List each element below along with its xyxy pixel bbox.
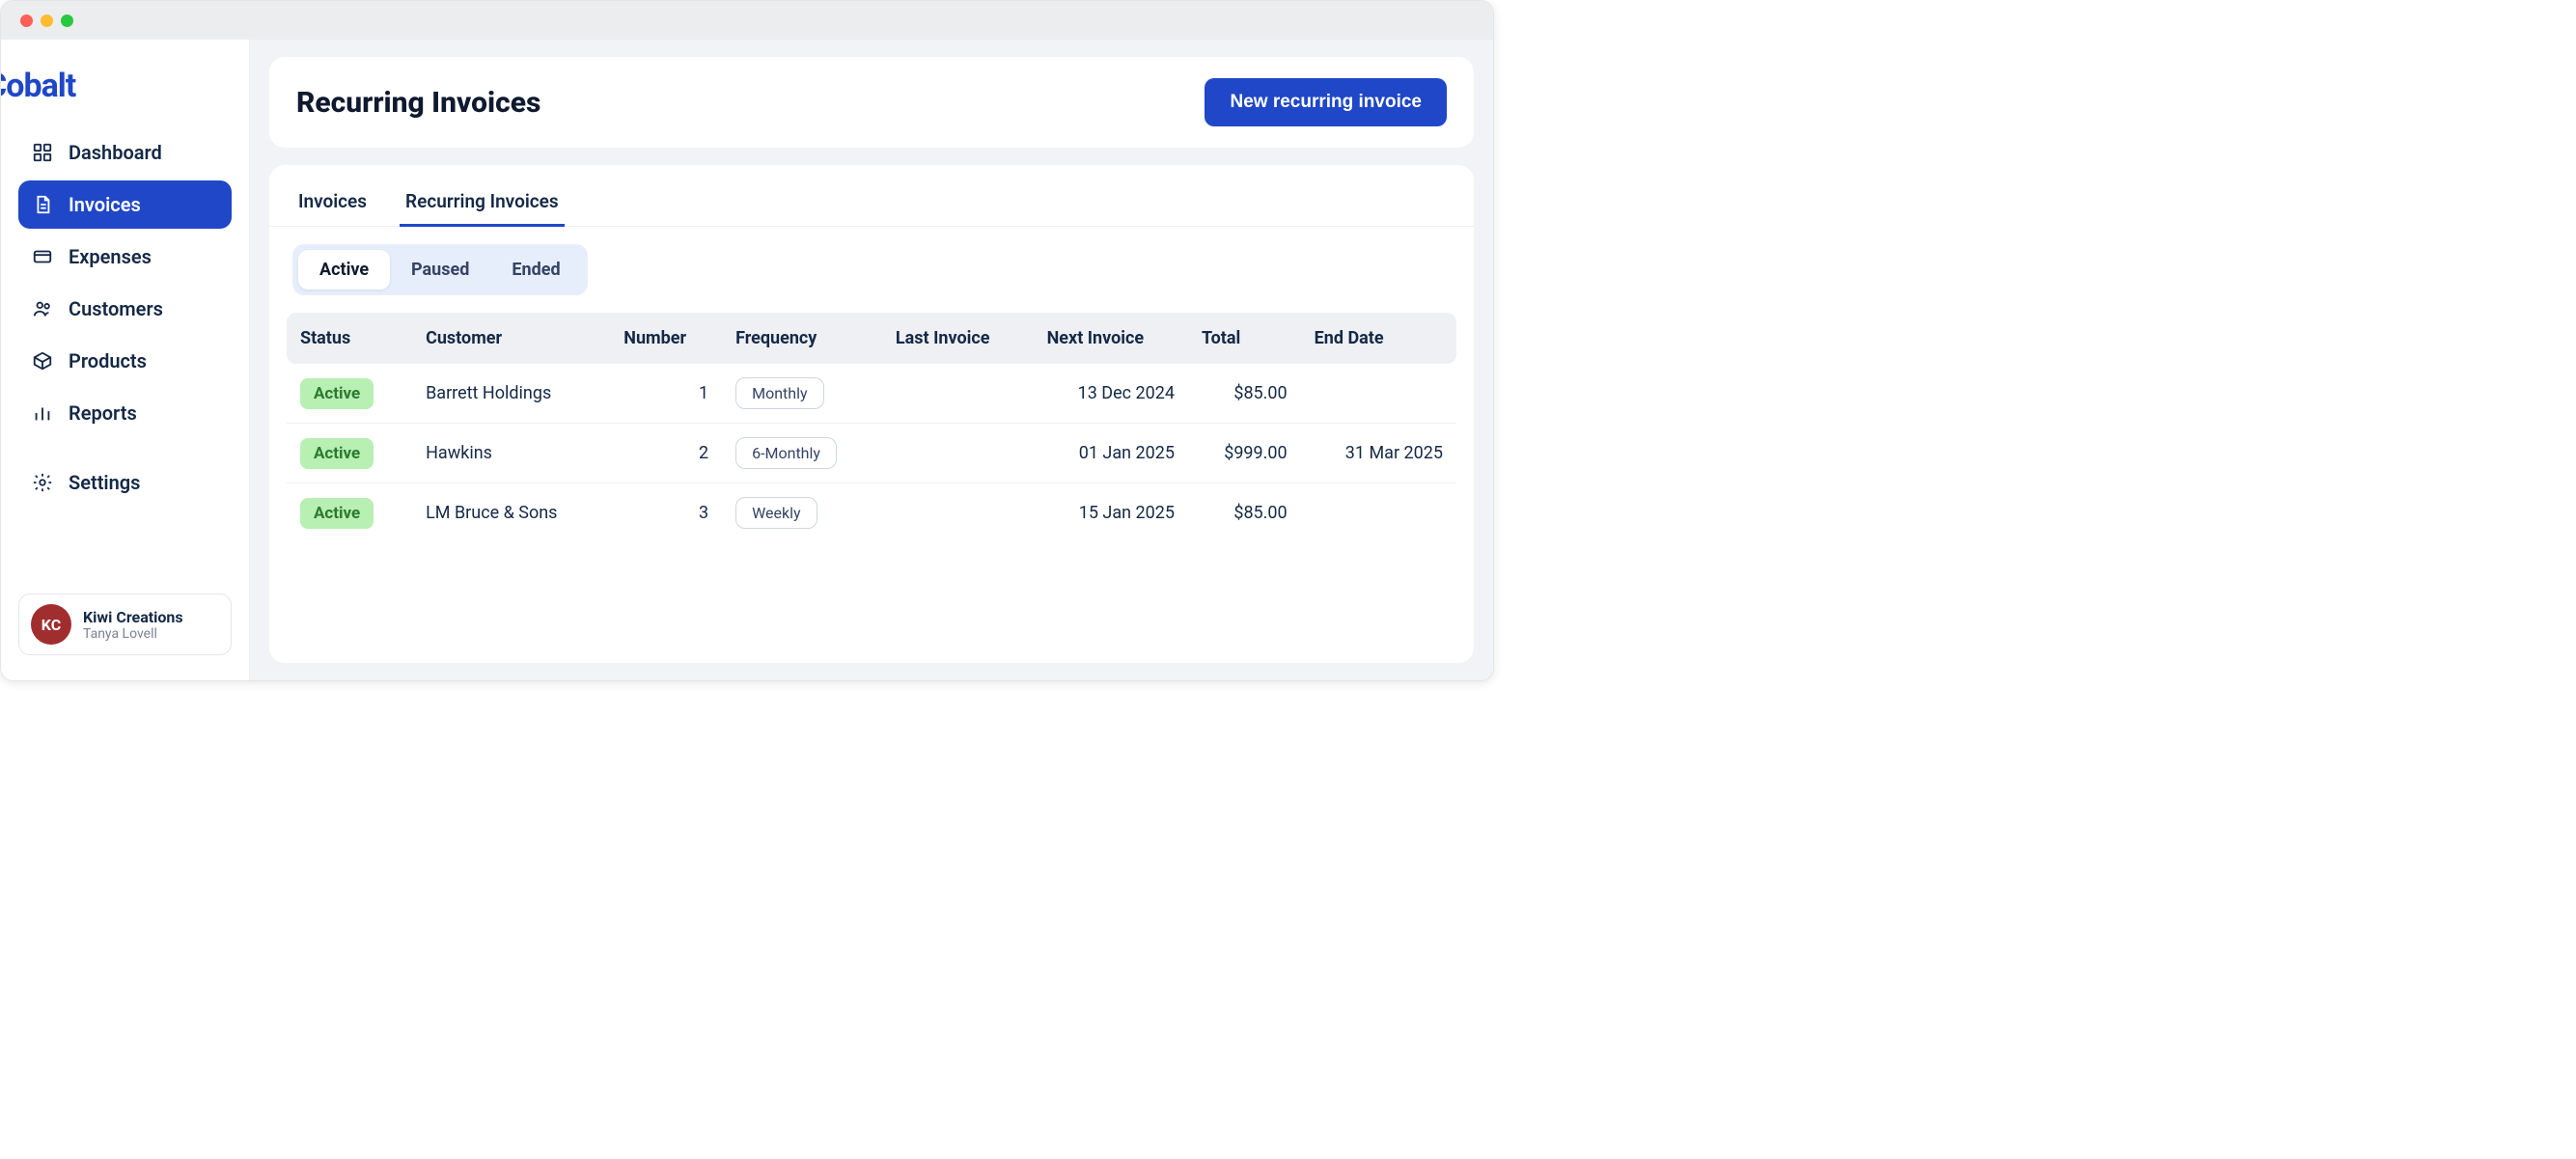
- col-end-date[interactable]: End Date: [1301, 313, 1456, 364]
- sidebar-item-label: Reports: [69, 401, 137, 425]
- status-badge: Active: [300, 438, 374, 469]
- sidebar-item-dashboard[interactable]: Dashboard: [18, 128, 232, 177]
- sidebar-item-label: Invoices: [69, 193, 141, 216]
- cell-end-date: 31 Mar 2025: [1301, 424, 1456, 483]
- app-window: Cobalt Dashboard Invoices: [0, 0, 1494, 681]
- frequency-pill: Weekly: [735, 497, 817, 529]
- avatar: KC: [31, 604, 71, 645]
- status-badge: Active: [300, 378, 374, 409]
- brand-logo[interactable]: Cobalt: [18, 67, 232, 105]
- content: Cobalt Dashboard Invoices: [1, 40, 1493, 680]
- content-card: Invoices Recurring Invoices Active Pause…: [269, 165, 1474, 663]
- status-filter: Active Paused Ended: [292, 244, 588, 295]
- sidebar-item-customers[interactable]: Customers: [18, 285, 232, 333]
- table-row[interactable]: Active Barrett Holdings 1 Monthly 13 Dec…: [287, 364, 1456, 424]
- new-recurring-invoice-button[interactable]: New recurring invoice: [1205, 78, 1447, 126]
- col-number[interactable]: Number: [610, 313, 722, 364]
- cell-next-invoice: 01 Jan 2025: [1034, 424, 1188, 483]
- cell-customer: LM Bruce & Sons: [412, 483, 610, 543]
- col-total[interactable]: Total: [1188, 313, 1301, 364]
- close-icon[interactable]: [20, 14, 33, 27]
- titlebar: [1, 1, 1493, 40]
- minimize-icon[interactable]: [41, 14, 53, 27]
- cell-next-invoice: 15 Jan 2025: [1034, 483, 1188, 543]
- cell-customer: Barrett Holdings: [412, 364, 610, 424]
- page-header: Recurring Invoices New recurring invoice: [269, 57, 1474, 148]
- users-icon: [32, 298, 53, 319]
- sidebar-item-products[interactable]: Products: [18, 337, 232, 385]
- sidebar-item-label: Customers: [69, 297, 163, 320]
- cell-total: $999.00: [1188, 424, 1301, 483]
- brand-name: Cobalt: [0, 67, 77, 105]
- cell-last-invoice: [882, 483, 1034, 543]
- sidebar-item-expenses[interactable]: Expenses: [18, 233, 232, 281]
- sidebar-item-invoices[interactable]: Invoices: [18, 180, 232, 229]
- recurring-invoices-table: Status Customer Number Frequency Last In…: [287, 313, 1456, 542]
- box-icon: [32, 350, 53, 372]
- col-next-invoice[interactable]: Next Invoice: [1034, 313, 1188, 364]
- cell-total: $85.00: [1188, 364, 1301, 424]
- sidebar: Cobalt Dashboard Invoices: [1, 40, 250, 680]
- sidebar-item-label: Expenses: [69, 245, 152, 268]
- bar-chart-icon: [32, 402, 53, 424]
- col-last-invoice[interactable]: Last Invoice: [882, 313, 1034, 364]
- cell-total: $85.00: [1188, 483, 1301, 543]
- frequency-pill: 6-Monthly: [735, 437, 837, 469]
- cell-next-invoice: 13 Dec 2024: [1034, 364, 1188, 424]
- sidebar-item-label: Settings: [69, 471, 140, 494]
- page-title: Recurring Invoices: [296, 86, 540, 120]
- cell-end-date: [1301, 483, 1456, 543]
- cell-last-invoice: [882, 424, 1034, 483]
- sidebar-item-reports[interactable]: Reports: [18, 389, 232, 437]
- filter-ended[interactable]: Ended: [490, 250, 581, 290]
- table-row[interactable]: Active LM Bruce & Sons 3 Weekly 15 Jan 2…: [287, 483, 1456, 543]
- org-switcher[interactable]: KC Kiwi Creations Tanya Lovell: [18, 593, 232, 655]
- main: Recurring Invoices New recurring invoice…: [250, 40, 1493, 680]
- cell-end-date: [1301, 364, 1456, 424]
- sidebar-item-settings[interactable]: Settings: [18, 458, 232, 507]
- table-row[interactable]: Active Hawkins 2 6-Monthly 01 Jan 2025 $…: [287, 424, 1456, 483]
- credit-card-icon: [32, 246, 53, 267]
- filter-paused[interactable]: Paused: [390, 250, 490, 290]
- sidebar-item-label: Dashboard: [69, 141, 162, 164]
- cell-customer: Hawkins: [412, 424, 610, 483]
- nav: Dashboard Invoices Expenses: [18, 128, 232, 507]
- org-user: Tanya Lovell: [83, 626, 183, 642]
- org-name: Kiwi Creations: [83, 608, 183, 626]
- col-frequency[interactable]: Frequency: [722, 313, 882, 364]
- gear-icon: [32, 472, 53, 493]
- frequency-pill: Monthly: [735, 377, 823, 409]
- maximize-icon[interactable]: [61, 14, 73, 27]
- cell-number: 3: [610, 483, 722, 543]
- filter-active[interactable]: Active: [298, 250, 390, 290]
- col-status[interactable]: Status: [287, 313, 412, 364]
- tab-recurring-invoices[interactable]: Recurring Invoices: [400, 179, 565, 227]
- col-customer[interactable]: Customer: [412, 313, 610, 364]
- status-badge: Active: [300, 498, 374, 529]
- file-icon: [32, 194, 53, 215]
- tabs: Invoices Recurring Invoices: [269, 179, 1474, 227]
- grid-icon: [32, 142, 53, 163]
- sidebar-item-label: Products: [69, 349, 147, 373]
- cell-last-invoice: [882, 364, 1034, 424]
- table-header-row: Status Customer Number Frequency Last In…: [287, 313, 1456, 364]
- cell-number: 1: [610, 364, 722, 424]
- cell-number: 2: [610, 424, 722, 483]
- tab-invoices[interactable]: Invoices: [292, 179, 373, 227]
